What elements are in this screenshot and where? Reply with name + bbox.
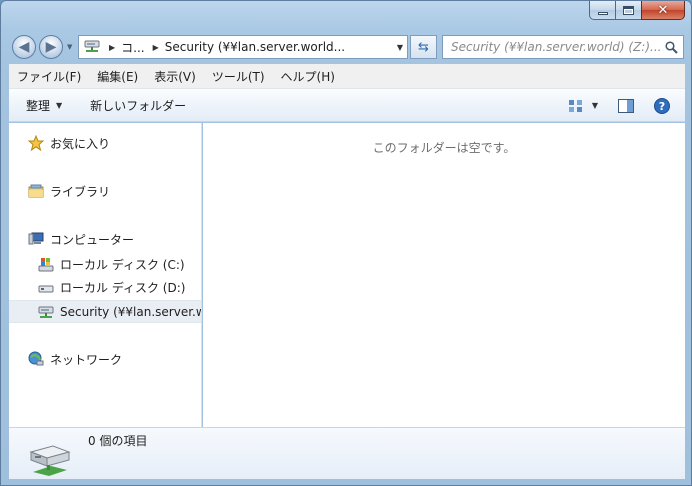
organize-label: 整理 (26, 98, 51, 113)
back-button[interactable]: ◀ (12, 35, 36, 59)
breadcrumb-computer[interactable]: コ... (121, 39, 144, 56)
computer-icon (28, 232, 44, 245)
explorer-window: ✕ ◀ ▶ ▼ ▶ コ... ▶ Security (¥¥lan.server.… (0, 0, 692, 486)
library-icon (28, 184, 44, 198)
nav-libraries[interactable]: ライブラリ (28, 181, 110, 201)
menu-tools[interactable]: ツール(T) (204, 68, 273, 85)
search-box[interactable]: Security (¥¥lan.server.world) (Z:)... (442, 35, 684, 59)
minimize-button[interactable] (589, 1, 615, 20)
close-button[interactable]: ✕ (641, 1, 685, 20)
minimize-icon (597, 11, 608, 15)
nav-computer[interactable]: コンピューター (28, 229, 134, 249)
svg-text:?: ? (659, 100, 665, 113)
help-icon[interactable]: ? (654, 97, 670, 114)
view-controls: ▼ ? (568, 89, 685, 122)
nav-network[interactable]: ネットワーク (28, 349, 122, 369)
nav-computer-label: コンピューター (50, 232, 135, 247)
hard-drive-icon (38, 285, 54, 293)
menu-edit[interactable]: 編集(E) (89, 68, 146, 85)
search-icon[interactable] (665, 40, 678, 54)
view-dropdown-icon[interactable]: ▼ (592, 101, 598, 110)
navigation-pane: お気に入り ライブラリ コンピューター ローカル ディスク (C:) ローカル … (9, 123, 202, 427)
address-dropdown-icon[interactable]: ▼ (397, 43, 403, 52)
command-bar: 整理 ▼ 新しいフォルダー ▼ ? (9, 89, 685, 122)
caption-buttons: ✕ (589, 1, 685, 20)
menu-file[interactable]: ファイル(F) (9, 68, 89, 85)
network-drive-large-icon (29, 445, 71, 476)
address-bar[interactable]: ▶ コ... ▶ Security (¥¥lan.server.world...… (78, 35, 408, 59)
chevron-down-icon: ▼ (56, 100, 63, 110)
system-drive-icon (38, 258, 54, 272)
nav-favorites-label: お気に入り (50, 136, 111, 151)
nav-libraries-label: ライブラリ (50, 184, 111, 199)
refresh-button[interactable]: ⇆ (410, 35, 437, 59)
forward-button[interactable]: ▶ (39, 35, 63, 59)
network-drive-icon (84, 40, 100, 52)
organize-button[interactable]: 整理 ▼ (9, 97, 72, 114)
maximize-icon (623, 5, 634, 15)
nav-favorites[interactable]: お気に入り (28, 133, 110, 153)
nav-drive-c-label: ローカル ディスク (C:) (60, 257, 185, 272)
menu-help[interactable]: ヘルプ(H) (273, 68, 343, 85)
network-icon (28, 351, 44, 366)
new-folder-label: 新しいフォルダー (90, 98, 187, 113)
breadcrumb-separator-icon[interactable]: ▶ (109, 43, 115, 52)
nav-drive-d[interactable]: ローカル ディスク (D:) (38, 277, 185, 297)
search-input[interactable]: Security (¥¥lan.server.world) (Z:)... (451, 40, 665, 54)
nav-network-label: ネットワーク (50, 352, 123, 367)
recent-pages-dropdown[interactable]: ▼ (67, 43, 72, 51)
nav-drive-c[interactable]: ローカル ディスク (C:) (38, 254, 185, 274)
refresh-icon: ⇆ (418, 39, 429, 55)
close-icon: ✕ (657, 2, 669, 18)
star-icon (28, 135, 44, 151)
maximize-button[interactable] (615, 1, 641, 20)
breadcrumb-separator-icon[interactable]: ▶ (153, 43, 159, 52)
file-list-area[interactable]: このフォルダーは空です。 (203, 123, 685, 427)
preview-pane-icon[interactable] (618, 98, 634, 113)
item-count: 0 個の項目 (88, 434, 148, 448)
new-folder-button[interactable]: 新しいフォルダー (72, 97, 196, 114)
nav-drive-d-label: ローカル ディスク (D:) (60, 280, 186, 295)
menu-bar: ファイル(F) 編集(E) 表示(V) ツール(T) ヘルプ(H) (9, 64, 685, 89)
nav-network-drive[interactable]: Security (¥¥lan.server.w (9, 300, 202, 323)
details-pane: 0 個の項目 (9, 427, 685, 479)
arrow-left-icon: ◀ (18, 39, 30, 55)
arrow-right-icon: ▶ (45, 39, 57, 55)
menu-view[interactable]: 表示(V) (146, 68, 204, 85)
empty-folder-message: このフォルダーは空です。 (372, 141, 516, 155)
nav-network-drive-label: Security (¥¥lan.server.w (60, 304, 202, 319)
network-drive-icon (38, 306, 54, 318)
change-view-icon[interactable] (568, 99, 584, 113)
breadcrumb-security[interactable]: Security (¥¥lan.server.world... (165, 40, 345, 54)
